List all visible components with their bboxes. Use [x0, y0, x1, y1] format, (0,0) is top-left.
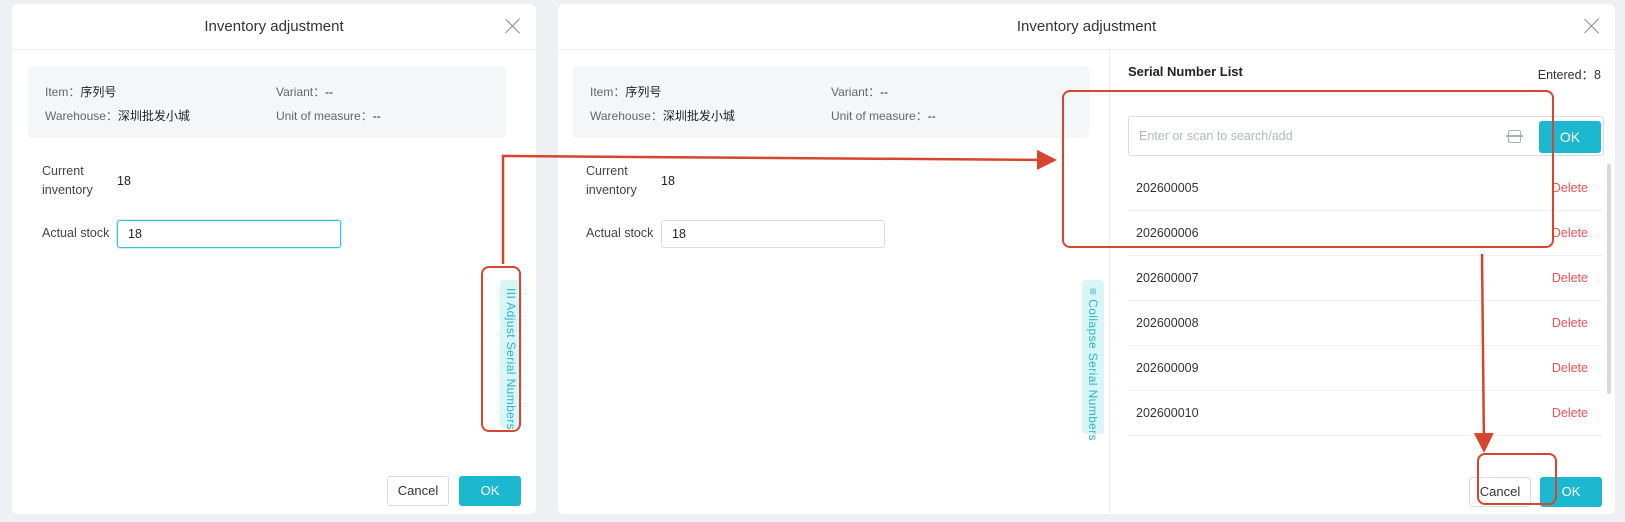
- arrow-to-serial-list: [501, 149, 1057, 264]
- arrow-to-ok-button: [1473, 253, 1494, 453]
- annotation-arrows: [501, 149, 1494, 453]
